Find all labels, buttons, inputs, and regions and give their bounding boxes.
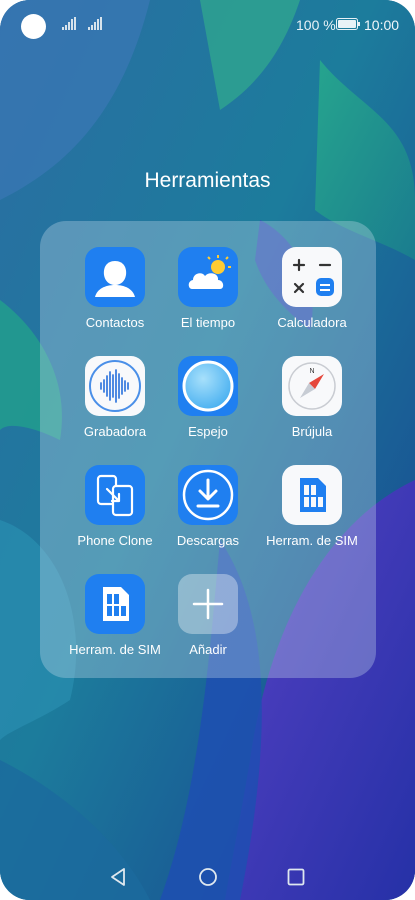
recorder-icon [85, 356, 145, 416]
sim-icon [282, 465, 342, 525]
app-calculadora[interactable]: Calculadora [257, 247, 367, 347]
add-app-button[interactable]: Añadir [153, 574, 263, 674]
contacts-icon [85, 247, 145, 307]
status-bar: 100 % 10:00 [0, 0, 415, 50]
compass-icon: N [282, 356, 342, 416]
app-label: Brújula [291, 424, 333, 439]
add-icon [178, 574, 238, 634]
download-icon [178, 465, 238, 525]
back-button[interactable] [108, 866, 130, 888]
calculator-icon [282, 247, 342, 307]
home-button[interactable] [197, 866, 219, 888]
app-brujula[interactable]: N Brújula [257, 356, 367, 456]
signal-icon [62, 17, 76, 30]
back-icon [111, 868, 125, 886]
folder-title[interactable]: Herramientas [0, 169, 415, 193]
battery-percentage: 100 % [296, 17, 336, 33]
phone-screen: 100 % 10:00 Herramientas Contactos El ti… [0, 0, 415, 900]
recents-icon [287, 868, 305, 886]
app-label: Herram. de SIM [266, 533, 358, 548]
app-label: Añadir [189, 642, 227, 657]
weather-icon [178, 247, 238, 307]
clock: 10:00 [364, 17, 400, 33]
sim-icon [85, 574, 145, 634]
mirror-icon [178, 356, 238, 416]
recents-button[interactable] [285, 866, 307, 888]
app-label: Calculadora [277, 315, 347, 330]
camera-cutout [21, 14, 46, 39]
app-folder: Contactos El tiempo Calculadora Grabador… [40, 221, 376, 678]
svg-text:N: N [309, 368, 314, 375]
app-herram-sim-1[interactable]: Herram. de SIM [257, 465, 367, 565]
phone-clone-icon [85, 465, 145, 525]
app-espejo[interactable]: Espejo [153, 356, 263, 456]
home-icon [199, 868, 217, 886]
app-descargas[interactable]: Descargas [153, 465, 263, 565]
signal-icon [88, 17, 102, 30]
battery-icon [336, 18, 360, 30]
app-el-tiempo[interactable]: El tiempo [153, 247, 263, 347]
